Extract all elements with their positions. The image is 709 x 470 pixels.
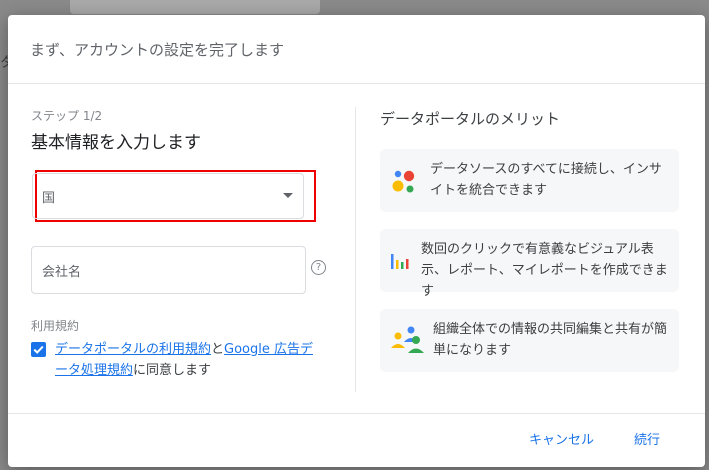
data-sources-icon xyxy=(392,170,415,193)
step-label: ステップ 1/2 xyxy=(31,109,103,123)
bar-chart-icon xyxy=(391,254,409,269)
help-icon[interactable]: ? xyxy=(311,260,326,275)
company-placeholder: 会社名 xyxy=(42,264,82,280)
left-panel: ステップ 1/2 基本情報を入力します xyxy=(31,107,331,153)
benefit-text: 組織全体での情報の共同編集と共有が簡単になります xyxy=(433,322,668,358)
checkmark-icon xyxy=(33,345,44,354)
benefit-text: 数回のクリックで有意義なビジュアル表示、レポート、マイレポートを作成できます xyxy=(421,242,668,299)
cancel-button[interactable]: キャンセル xyxy=(529,429,594,448)
benefit-card-data-sources: データソースのすべてに接続し、インサイトを統合できます xyxy=(380,149,679,212)
dialog-title: まず、アカウントの設定を完了します xyxy=(8,15,705,84)
footer-divider xyxy=(8,413,705,414)
column-divider xyxy=(355,107,356,392)
benefit-card-collaboration: 組織全体での情報の共同編集と共有が簡単になります xyxy=(380,309,679,372)
company-name-input[interactable]: 会社名 xyxy=(31,246,306,294)
caret-down-icon xyxy=(283,193,293,198)
terms-link-portal[interactable]: データポータルの利用規約 xyxy=(55,342,211,357)
terms-suffix: に同意します xyxy=(133,363,212,378)
step-title: 基本情報を入力します xyxy=(31,133,201,153)
continue-button[interactable]: 続行 xyxy=(634,429,660,448)
country-placeholder: 国 xyxy=(42,190,56,206)
benefit-card-visuals: 数回のクリックで有意義なビジュアル表示、レポート、マイレポートを作成できます xyxy=(380,229,679,299)
benefits-title: データポータルのメリット xyxy=(380,110,561,128)
country-select[interactable]: 国 xyxy=(32,173,304,219)
terms-label: 利用規約 xyxy=(31,319,80,333)
terms-checkbox[interactable] xyxy=(31,342,46,357)
background-toolbar xyxy=(70,0,320,14)
terms-text: データポータルの利用規約とGoogle 広告データ処理規約に同意します xyxy=(55,339,320,381)
terms-connector: と xyxy=(211,342,225,357)
people-icon xyxy=(391,326,424,353)
setup-dialog: まず、アカウントの設定を完了します ステップ 1/2 基本情報を入力します 国 … xyxy=(8,15,705,467)
benefit-text: データソースのすべてに接続し、インサイトを統合できます xyxy=(430,162,662,198)
